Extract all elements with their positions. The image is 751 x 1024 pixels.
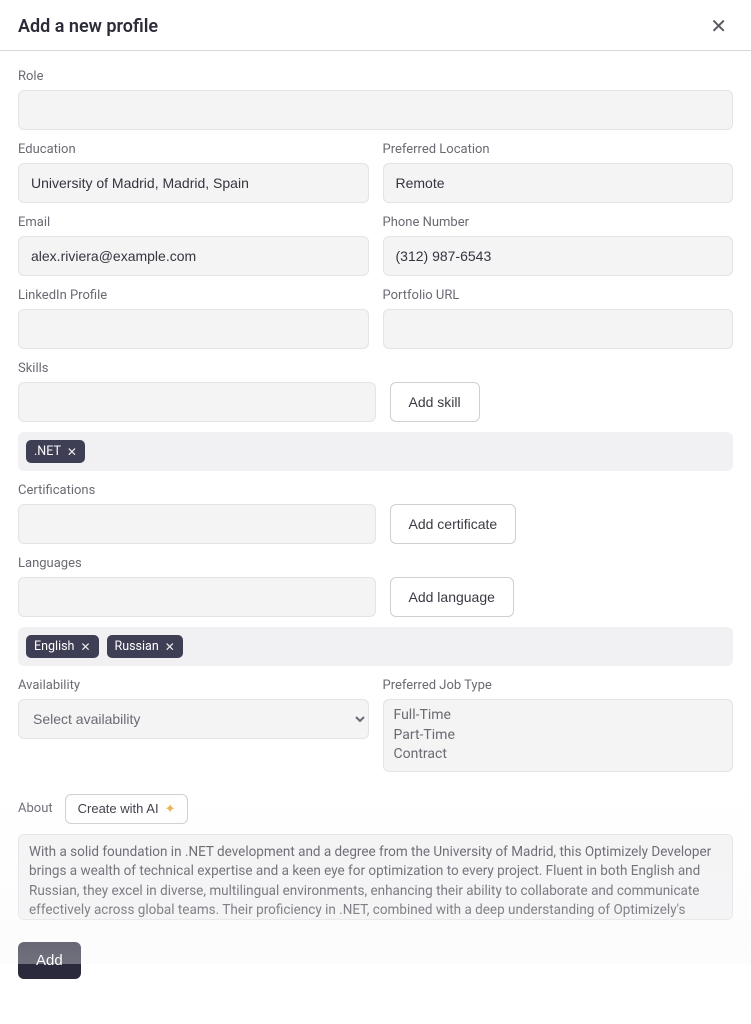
dialog-title: Add a new profile — [18, 16, 158, 37]
dialog-header: Add a new profile ✕ — [0, 0, 751, 51]
linkedin-input[interactable] — [18, 309, 369, 349]
portfolio-label: Portfolio URL — [383, 288, 734, 303]
job-type-option[interactable]: Contract — [394, 745, 723, 765]
education-input[interactable] — [18, 163, 369, 203]
role-label: Role — [18, 69, 733, 84]
availability-label: Availability — [18, 678, 369, 693]
remove-chip-icon[interactable]: ✕ — [165, 640, 175, 654]
skills-input[interactable] — [18, 382, 376, 422]
certifications-input[interactable] — [18, 504, 376, 544]
sparkle-icon: ✦ — [165, 801, 176, 817]
skills-label: Skills — [18, 361, 733, 376]
about-textarea[interactable]: With a solid foundation in .NET developm… — [18, 834, 733, 920]
add-skill-button[interactable]: Add skill — [390, 382, 480, 422]
email-label: Email — [18, 215, 369, 230]
phone-label: Phone Number — [383, 215, 734, 230]
skill-chip: .NET ✕ — [26, 440, 85, 463]
create-with-ai-label: Create with AI — [78, 801, 159, 816]
certifications-label: Certifications — [18, 483, 733, 498]
skills-chip-list: .NET ✕ — [18, 432, 733, 471]
language-chip: English ✕ — [26, 635, 99, 658]
about-label: About — [18, 801, 53, 816]
linkedin-label: LinkedIn Profile — [18, 288, 369, 303]
add-button[interactable]: Add — [18, 942, 81, 979]
phone-input[interactable] — [383, 236, 734, 276]
remove-chip-icon[interactable]: ✕ — [67, 445, 77, 459]
preferred-location-input[interactable] — [383, 163, 734, 203]
language-chip-label: Russian — [115, 639, 159, 654]
job-type-option[interactable]: Full-Time — [394, 706, 723, 726]
languages-chip-list: English ✕ Russian ✕ — [18, 627, 733, 666]
create-with-ai-button[interactable]: Create with AI ✦ — [65, 794, 189, 824]
availability-select[interactable]: Select availability — [18, 699, 369, 739]
languages-label: Languages — [18, 556, 733, 571]
email-input[interactable] — [18, 236, 369, 276]
portfolio-input[interactable] — [383, 309, 734, 349]
profile-form: Role Education Preferred Location Email … — [0, 51, 751, 979]
role-input[interactable] — [18, 90, 733, 130]
languages-input[interactable] — [18, 577, 376, 617]
preferred-job-type-label: Preferred Job Type — [383, 678, 734, 693]
remove-chip-icon[interactable]: ✕ — [80, 640, 90, 654]
preferred-location-label: Preferred Location — [383, 142, 734, 157]
skill-chip-label: .NET — [34, 444, 61, 459]
job-type-option[interactable]: Part-Time — [394, 726, 723, 746]
preferred-job-type-select[interactable]: Full-Time Part-Time Contract — [383, 699, 734, 772]
add-certificate-button[interactable]: Add certificate — [390, 504, 517, 544]
add-language-button[interactable]: Add language — [390, 577, 514, 617]
language-chip: Russian ✕ — [107, 635, 183, 658]
education-label: Education — [18, 142, 369, 157]
language-chip-label: English — [34, 639, 74, 654]
close-icon[interactable]: ✕ — [704, 14, 733, 38]
